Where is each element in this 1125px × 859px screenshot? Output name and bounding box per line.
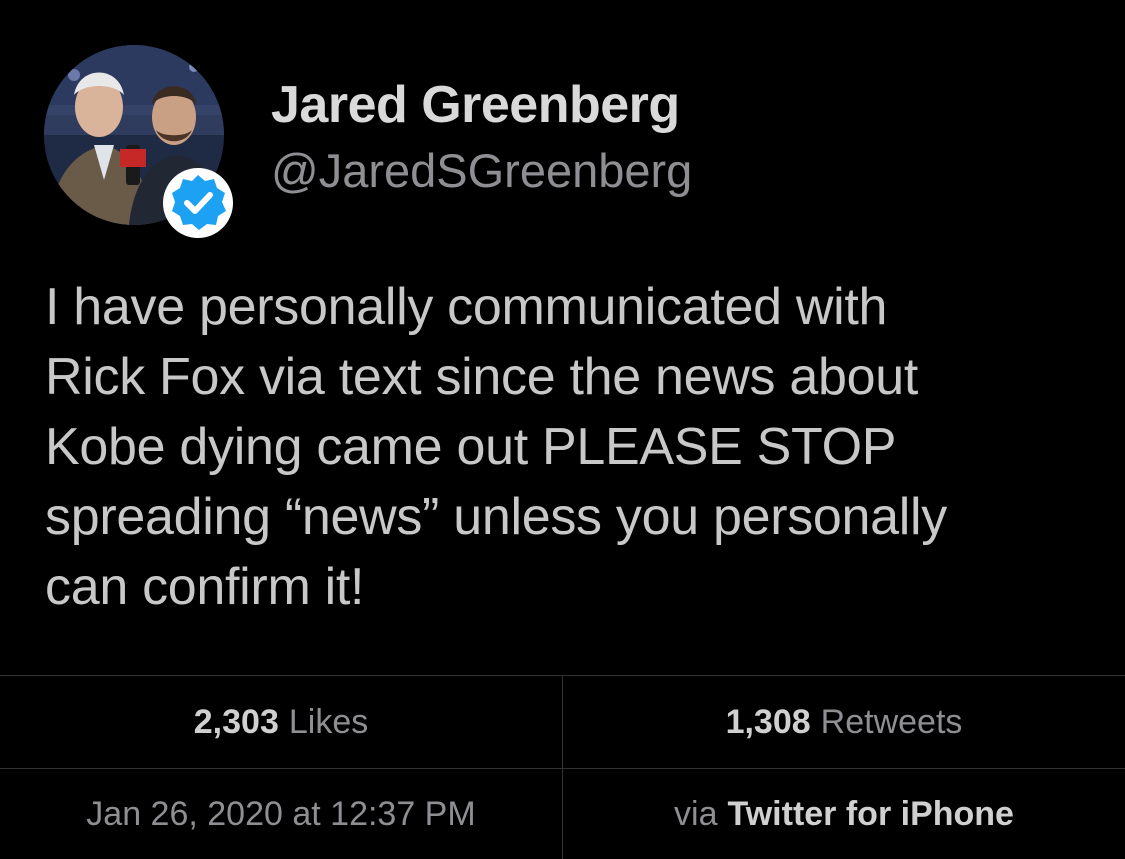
verified-badge-icon (163, 168, 233, 238)
timestamp[interactable]: Jan 26, 2020 at 12:37 PM (0, 769, 563, 859)
meta-row: Jan 26, 2020 at 12:37 PM via Twitter for… (0, 768, 1125, 859)
tweet-header: Jared Greenberg @JaredSGreenberg (44, 45, 1084, 238)
retweets-label: Retweets (820, 702, 963, 741)
source-app: Twitter for iPhone (727, 795, 1014, 833)
tweet-source[interactable]: via Twitter for iPhone (563, 769, 1125, 859)
author-handle[interactable]: @JaredSGreenberg (271, 141, 692, 201)
engagement-row: 2,303 Likes 1,308 Retweets (0, 676, 1125, 768)
tweet-stats: 2,303 Likes 1,308 Retweets Jan 26, 2020 … (0, 675, 1125, 859)
avatar-container[interactable] (44, 45, 233, 238)
via-label: via (674, 795, 718, 833)
author-display-name[interactable]: Jared Greenberg (271, 73, 692, 137)
likes-count: 2,303 (193, 702, 279, 741)
retweets-stat[interactable]: 1,308 Retweets (563, 676, 1125, 768)
likes-label: Likes (288, 702, 369, 741)
retweets-count: 1,308 (725, 702, 811, 741)
likes-stat[interactable]: 2,303 Likes (0, 676, 563, 768)
author-names: Jared Greenberg @JaredSGreenberg (271, 73, 692, 201)
tweet-card: Jared Greenberg @JaredSGreenberg I have … (0, 0, 1125, 859)
tweet-text: I have personally communicated with Rick… (45, 278, 947, 616)
